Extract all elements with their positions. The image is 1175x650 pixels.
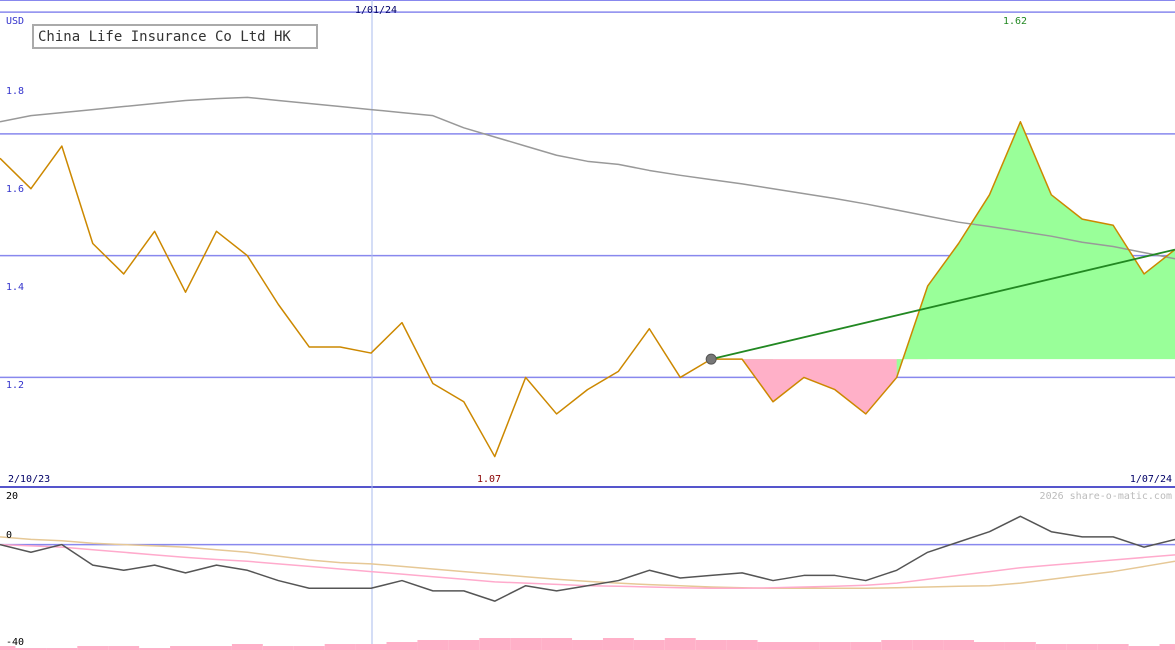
currency-label: USD: [6, 16, 24, 27]
volume-bar: [1128, 646, 1160, 650]
volume-bar: [417, 640, 449, 650]
volume-bar: [510, 638, 542, 650]
volume-bar: [572, 640, 603, 650]
loss-area: [742, 286, 928, 414]
volume-bar: [1035, 644, 1067, 650]
volume-bar: [1066, 644, 1098, 650]
volume-bar: [695, 640, 727, 650]
volume-bar: [77, 646, 109, 650]
volume-bar: [108, 646, 140, 650]
osc-tick-label: 20: [6, 491, 18, 502]
price-chart: China Life Insurance Co Ltd HK USD 1/01/…: [0, 0, 1175, 650]
osc-tick-label: 0: [6, 530, 12, 541]
volume-bar: [479, 638, 511, 650]
mid-date-label: 1/01/24: [355, 5, 397, 16]
title-box: China Life Insurance Co Ltd HK: [32, 24, 318, 49]
volume-bar: [1004, 642, 1036, 650]
gain-loss-fills: [711, 121, 1175, 414]
volume-bar: [262, 646, 294, 650]
volume-bar: [386, 642, 418, 650]
trend-start-marker: [705, 353, 717, 365]
volume-bar: [1097, 644, 1129, 650]
volume-bar: [974, 642, 1005, 650]
volume-bar: [850, 642, 882, 650]
low-value-label: 1.07: [477, 474, 501, 485]
y-tick-label: 1.2: [6, 380, 24, 391]
volume-bar: [324, 644, 356, 650]
volume-bar: [757, 642, 789, 650]
volume-bar: [448, 640, 480, 650]
osc-tick-label: -40: [6, 637, 24, 648]
volume-bar: [355, 644, 387, 650]
volume-bar: [541, 638, 573, 650]
volume-bar: [231, 644, 263, 650]
high-value-label: 1.62: [1003, 16, 1027, 27]
y-tick-label: 1.6: [6, 184, 24, 195]
start-date-label: 2/10/23: [8, 474, 50, 485]
volume-bar: [1159, 644, 1175, 650]
end-date-label: 1/07/24: [1130, 474, 1172, 485]
volume-bar: [293, 646, 325, 650]
volume-bar: [664, 638, 696, 650]
osc-line-main: [0, 515, 1175, 602]
volume-bar: [943, 640, 975, 650]
volume-bar: [200, 646, 232, 650]
volume-bar: [881, 640, 913, 650]
chart-title: China Life Insurance Co Ltd HK: [38, 29, 291, 45]
volume-bar: [170, 646, 201, 650]
volume-bar: [912, 640, 944, 650]
volume-bar: [633, 640, 665, 650]
watermark: 2026 share-o-matic.com: [1040, 491, 1172, 502]
volume-bars: [0, 638, 1175, 650]
volume-bar: [726, 640, 758, 650]
volume-bar: [819, 642, 851, 650]
volume-bar: [788, 642, 820, 650]
y-tick-label: 1.4: [6, 282, 24, 293]
y-tick-label: 1.8: [6, 86, 24, 97]
volume-bar: [602, 638, 634, 650]
